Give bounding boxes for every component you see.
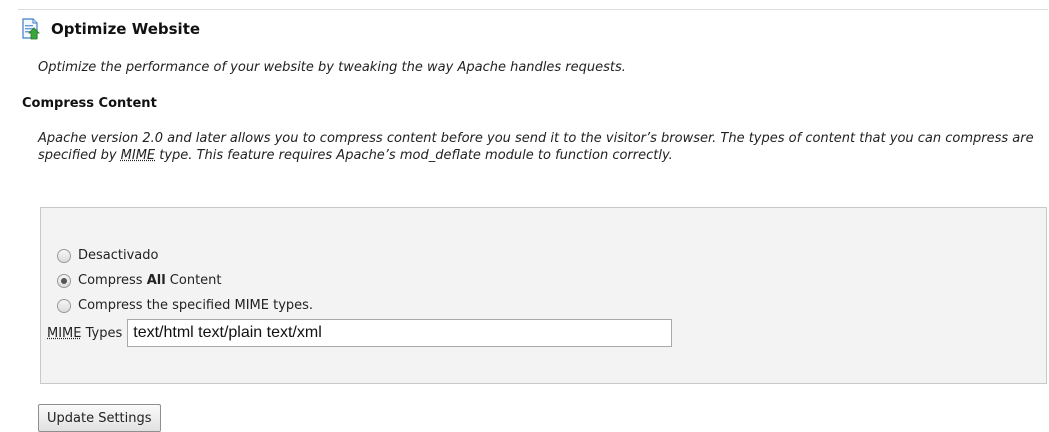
- page-header: Optimize Website: [21, 18, 200, 40]
- mime-types-row: MIME Types: [47, 319, 673, 347]
- update-settings-button[interactable]: Update Settings: [38, 404, 161, 432]
- page-title: Optimize Website: [51, 20, 201, 38]
- option-compress-specified[interactable]: Compress the specified MIME types.: [57, 298, 313, 313]
- mime-label-abbr: MIME: [47, 325, 82, 341]
- mime-types-label: MIME Types: [47, 326, 122, 341]
- option-disabled[interactable]: Desactivado: [57, 248, 158, 263]
- page-intro: Optimize the performance of your website…: [38, 60, 626, 75]
- mime-label-rest: Types: [81, 325, 123, 341]
- compress-all-bold: All: [146, 273, 166, 288]
- option-compress-specified-label: Compress the specified MIME types.: [78, 298, 314, 313]
- mime-types-input[interactable]: [127, 319, 673, 347]
- page-optimize-icon: [22, 18, 40, 40]
- radio-compress-all[interactable]: [57, 273, 71, 288]
- compress-all-prefix: Compress: [78, 273, 147, 288]
- section-title: Compress Content: [22, 96, 157, 111]
- section-description: Apache version 2.0 and later allows you …: [38, 130, 1043, 164]
- description-text-2: type. This feature requires Apache’s mod…: [155, 148, 673, 163]
- radio-compress-specified[interactable]: [57, 298, 71, 313]
- mime-abbr: MIME: [120, 148, 156, 163]
- top-divider: [18, 9, 1048, 10]
- option-disabled-label: Desactivado: [78, 248, 159, 263]
- compress-all-suffix: Content: [165, 273, 222, 288]
- settings-panel: [40, 207, 1047, 384]
- option-compress-all[interactable]: Compress All Content: [57, 273, 222, 288]
- option-compress-all-label: Compress All Content: [78, 273, 222, 288]
- radio-disabled[interactable]: [57, 248, 71, 263]
